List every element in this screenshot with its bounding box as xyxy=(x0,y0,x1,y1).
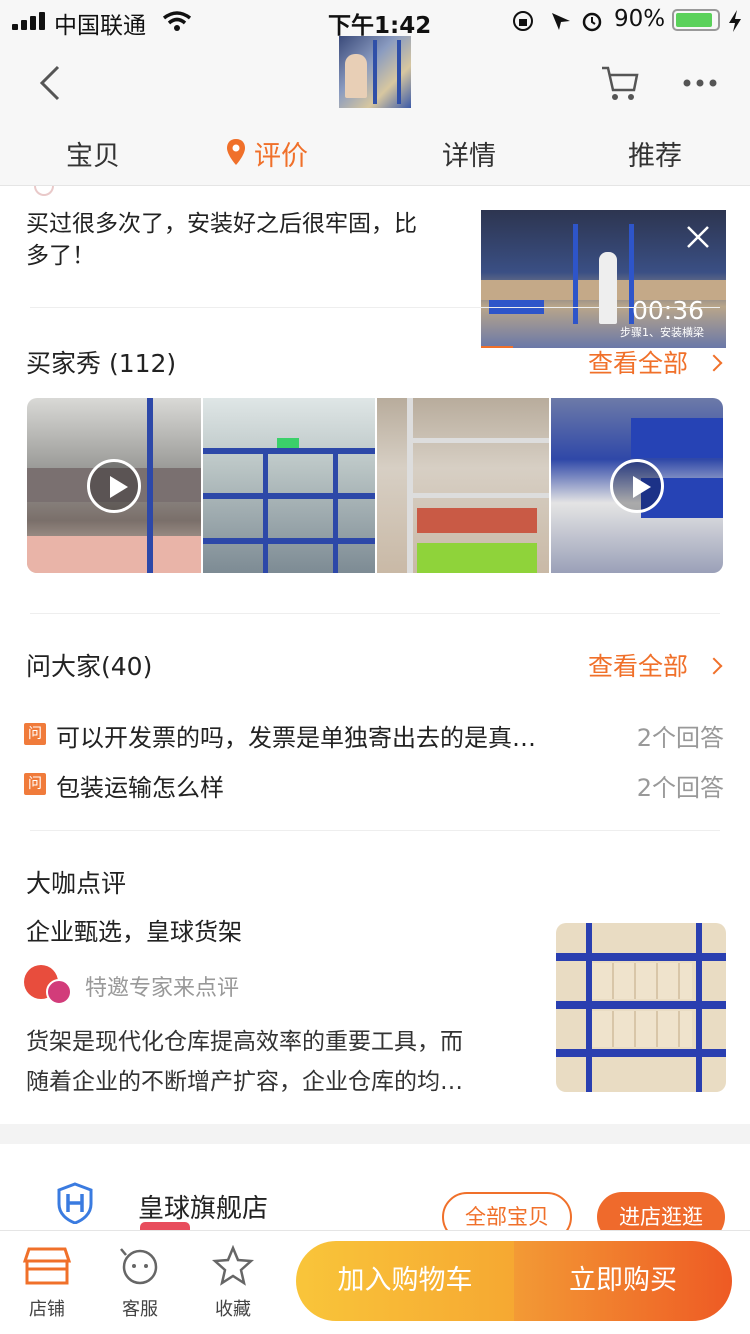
play-icon[interactable] xyxy=(87,458,141,513)
play-icon[interactable] xyxy=(610,458,664,513)
tab-recommend[interactable]: 推荐 xyxy=(628,134,682,173)
qa-question: 包装运输怎么样 xyxy=(56,774,224,802)
status-icons xyxy=(513,11,602,32)
shop-name[interactable]: 皇球旗舰店 xyxy=(138,1188,268,1225)
buyer-show-view-all[interactable]: 查看全部 xyxy=(588,344,723,380)
qa-view-all[interactable]: 查看全部 xyxy=(588,647,723,683)
cart-icon[interactable] xyxy=(600,64,640,102)
video-caption: 步骤1、安装横梁 xyxy=(620,326,704,339)
status-bar: 中国联通 下午1:42 90% xyxy=(0,0,750,40)
buyer-photo[interactable] xyxy=(27,398,201,573)
nav-bar: 宝贝 评价 详情 推荐 xyxy=(0,36,750,186)
tab-details[interactable]: 详情 xyxy=(442,134,496,173)
qa-answer-count: 2个回答 xyxy=(636,774,724,802)
service-button[interactable]: 客服 xyxy=(113,1245,167,1325)
expert-photo[interactable] xyxy=(556,923,726,1092)
chevron-right-icon xyxy=(705,354,723,372)
wifi-icon xyxy=(162,11,192,31)
store-label: 店铺 xyxy=(29,1299,65,1320)
battery-percent: 90% xyxy=(614,6,666,32)
close-icon[interactable] xyxy=(685,224,711,250)
signal-icon xyxy=(12,12,48,30)
buyer-photo[interactable] xyxy=(377,398,549,573)
divider xyxy=(30,830,720,831)
divider xyxy=(30,307,720,308)
service-label: 客服 xyxy=(122,1299,158,1320)
add-to-cart-button[interactable]: 加入购物车 xyxy=(296,1241,514,1321)
buyer-photo[interactable] xyxy=(203,398,375,573)
buyer-photo[interactable] xyxy=(551,398,723,573)
qa-item[interactable]: 问 可以开发票的吗，发票是单独寄出去的是真… 2个回答 xyxy=(24,716,724,756)
store-button[interactable]: 店铺 xyxy=(20,1245,74,1325)
star-icon xyxy=(211,1244,255,1286)
back-icon[interactable] xyxy=(36,64,64,102)
question-tag: 问 xyxy=(24,723,46,745)
expert-headline[interactable]: 企业甄选，皇球货架 xyxy=(26,912,242,947)
charging-icon xyxy=(729,10,741,32)
video-duration: 00:36 xyxy=(631,296,704,325)
product-thumbnail[interactable] xyxy=(339,36,411,108)
review-text: 买过很多次了，安装好之后很牢固，比 多了！ xyxy=(26,211,417,269)
expert-badge-icon xyxy=(24,965,74,1005)
expert-title: 大咖点评 xyxy=(26,869,127,898)
divider xyxy=(30,613,720,614)
customer-service-icon xyxy=(120,1248,158,1285)
battery-icon xyxy=(672,9,720,31)
chevron-right-icon xyxy=(705,657,723,675)
buy-now-button[interactable]: 立即购买 xyxy=(514,1241,732,1321)
qa-answer-count: 2个回答 xyxy=(636,724,724,752)
favorite-label: 收藏 xyxy=(215,1299,251,1320)
more-icon[interactable] xyxy=(682,78,718,88)
store-icon xyxy=(22,1247,72,1285)
expert-body[interactable]: 货架是现代化仓库提高效率的重要工具，而 随着企业的不断增产扩容，企业仓库的均… xyxy=(26,1022,463,1102)
tab-reviews[interactable]: 评价 xyxy=(254,134,308,173)
shop-logo[interactable] xyxy=(56,1182,94,1224)
expert-badge-text: 特邀专家来点评 xyxy=(85,976,240,1001)
buyer-show-title: 买家秀 (112) xyxy=(26,349,177,378)
carrier-label: 中国联通 xyxy=(54,13,146,39)
tab-bar: 宝贝 评价 详情 推荐 xyxy=(0,128,750,184)
location-pin-icon xyxy=(227,139,245,165)
qa-question: 可以开发票的吗，发票是单独寄出去的是真… xyxy=(56,724,536,752)
section-gap xyxy=(0,1124,750,1144)
qa-item[interactable]: 问 包装运输怎么样 2个回答 xyxy=(24,768,724,808)
favorite-button[interactable]: 收藏 xyxy=(206,1244,260,1325)
video-player[interactable]: 00:36 步骤1、安装横梁 xyxy=(481,210,726,348)
qa-title: 问大家(40) xyxy=(26,652,153,681)
reviewer-avatar xyxy=(34,186,54,196)
question-tag: 问 xyxy=(24,773,46,795)
tab-item[interactable]: 宝贝 xyxy=(66,134,120,173)
bottom-action-bar: 店铺 客服 收藏 加入购物车 立即购买 xyxy=(0,1230,750,1334)
clock: 下午1:42 xyxy=(328,13,432,39)
